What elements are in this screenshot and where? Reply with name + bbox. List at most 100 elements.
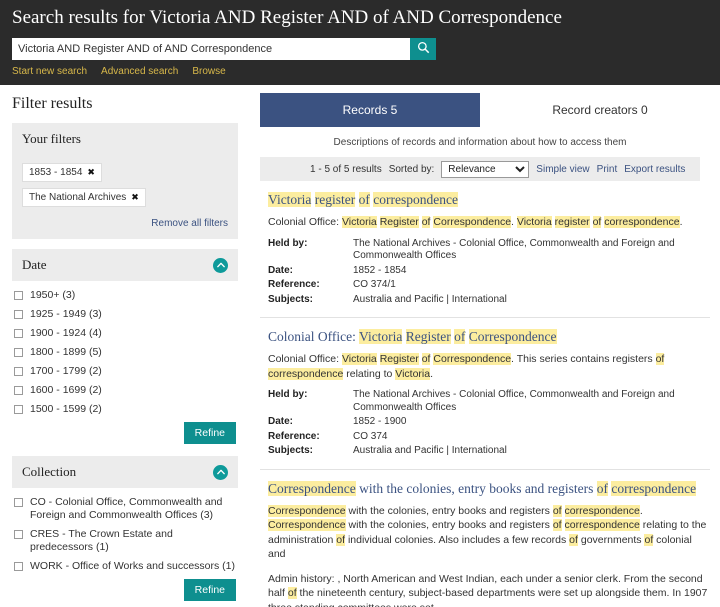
facet-option[interactable]: 1925 - 1949 (3) (14, 308, 236, 321)
result-admin-history: Admin history: , North American and West… (268, 572, 708, 607)
search-term-highlight: register (314, 192, 356, 207)
your-filters-header: Your filters (12, 123, 238, 155)
refine-button-date[interactable]: Refine (183, 422, 236, 444)
metadata-value: 1852 - 1900 (353, 416, 407, 427)
filter-chip-label: 1853 - 1854 (29, 167, 83, 178)
search-term-highlight: correspondence (611, 480, 697, 496)
chevron-up-icon[interactable] (213, 464, 228, 480)
metadata-value: CO 374/1 (353, 279, 396, 290)
search-term-highlight: of (336, 533, 346, 546)
page-title: Search results for Victoria AND Register… (12, 7, 562, 28)
search-button[interactable] (410, 38, 436, 60)
tab-record-creators[interactable]: Record creators 0 (480, 93, 720, 127)
refine-button-collection[interactable]: Refine (183, 579, 236, 601)
checkbox-icon[interactable] (14, 530, 23, 539)
search-term-highlight: correspondence (564, 519, 640, 531)
remove-all-filters-link[interactable]: Remove all filters (151, 218, 228, 229)
result-metadata: Held by: The National Archives - Colonial… (268, 389, 710, 460)
result-title-link[interactable]: Correspondence with the colonies, entry … (268, 480, 710, 497)
result-description: Correspondence with the colonies, entry … (268, 504, 707, 560)
tab-records[interactable]: Records 5 (260, 93, 480, 127)
sort-select[interactable]: Relevance (441, 160, 530, 178)
result-metadata: Held by: The National Archives - Colonial… (268, 238, 710, 309)
search-term-highlight: of (454, 329, 466, 344)
search-bar (12, 38, 436, 60)
simple-view-link[interactable]: Simple view (536, 164, 589, 175)
filter-sidebar: Filter results Your filters 1853 - 1854 … (0, 85, 250, 607)
facet-option[interactable]: 1500 - 1599 (2) (14, 403, 236, 416)
checkbox-icon[interactable] (14, 291, 23, 300)
page-header: Search results for Victoria AND Register… (0, 0, 720, 85)
facet-collection-options: CO - Colonial Office, Commonwealth and F… (12, 488, 238, 603)
checkbox-icon[interactable] (14, 329, 23, 338)
facet-date-title: Date (22, 257, 47, 272)
checkbox-icon[interactable] (14, 498, 23, 507)
metadata-key: Reference: (268, 430, 320, 442)
advanced-search-link[interactable]: Advanced search (101, 66, 178, 77)
search-term-highlight: register (554, 216, 590, 228)
search-term-highlight: of (552, 504, 562, 517)
search-term-highlight: correspondence (564, 504, 640, 517)
facet-date-header[interactable]: Date (12, 249, 238, 281)
search-term-highlight: Correspondence (268, 519, 346, 531)
facet-option[interactable]: WORK - Office of Works and successors (1… (14, 560, 236, 573)
facet-option-label: 1950+ (3) (30, 289, 76, 301)
search-input[interactable] (12, 38, 410, 60)
checkbox-icon[interactable] (14, 367, 23, 376)
close-icon[interactable]: ✖ (131, 192, 139, 203)
metadata-key: Held by: (268, 237, 308, 249)
search-term-highlight: Register (379, 353, 419, 365)
result-description: Colonial Office: Victoria Register of Co… (268, 216, 683, 228)
checkbox-icon[interactable] (14, 405, 23, 414)
facet-date: Date 1950+ (3) 1925 - 1949 (3) 1900 - 19… (12, 249, 238, 446)
search-term-highlight: correspondence (604, 216, 680, 228)
result-title-link[interactable]: Victoria register of correspondence (268, 191, 710, 208)
checkbox-icon[interactable] (14, 310, 23, 319)
result-item: Colonial Office: Victoria Register of Co… (260, 318, 710, 470)
checkbox-icon[interactable] (14, 386, 23, 395)
metadata-row: Reference: CO 374 (268, 431, 710, 446)
facet-date-options: 1950+ (3) 1925 - 1949 (3) 1900 - 1924 (4… (12, 281, 238, 446)
search-term-highlight: Correspondence (268, 504, 346, 517)
metadata-value: Australia and Pacific | International (353, 293, 507, 305)
filter-chip[interactable]: 1853 - 1854 ✖ (22, 163, 102, 182)
results-tabs: Records 5 Record creators 0 (260, 93, 720, 127)
search-term-highlight: of (552, 519, 562, 531)
facet-option[interactable]: CRES - The Crown Estate and predecessors… (14, 528, 236, 554)
facet-option[interactable]: 1600 - 1699 (2) (14, 384, 236, 397)
facet-option[interactable]: 1950+ (3) (14, 289, 236, 302)
print-link[interactable]: Print (597, 164, 618, 175)
chevron-up-icon[interactable] (213, 257, 228, 273)
metadata-row: Reference: CO 374/1 (268, 279, 710, 294)
result-title-link[interactable]: Colonial Office: Victoria Register of Co… (268, 328, 710, 345)
start-new-search-link[interactable]: Start new search (12, 66, 87, 77)
filter-results-heading: Filter results (12, 95, 93, 112)
checkbox-icon[interactable] (14, 562, 23, 571)
results-list: Victoria register of correspondence Colon… (260, 181, 710, 607)
close-icon[interactable]: ✖ (87, 167, 95, 178)
metadata-row: Date: 1852 - 1854 (268, 265, 710, 280)
facet-option[interactable]: 1800 - 1899 (5) (14, 346, 236, 359)
search-term-highlight: of (644, 533, 654, 546)
your-filters-body: 1853 - 1854 ✖ The National Archives ✖ Re… (12, 155, 238, 239)
result-item: Victoria register of correspondence Colon… (260, 181, 710, 318)
filter-chip[interactable]: The National Archives ✖ (22, 188, 146, 207)
search-term-highlight: of (569, 533, 578, 546)
search-term-highlight: Register (405, 329, 451, 344)
facet-option[interactable]: 1900 - 1924 (4) (14, 327, 236, 340)
facet-collection-header[interactable]: Collection (12, 456, 238, 488)
checkbox-icon[interactable] (14, 348, 23, 357)
facet-option[interactable]: 1700 - 1799 (2) (14, 365, 236, 378)
browse-link[interactable]: Browse (192, 66, 225, 77)
search-term-highlight: of (358, 192, 370, 207)
filter-chip-label: The National Archives (29, 192, 127, 203)
facet-option[interactable]: CO - Colonial Office, Commonwealth and F… (14, 496, 236, 522)
facet-option-label: 1925 - 1949 (3) (30, 308, 102, 320)
tabs-subtitle: Descriptions of records and information … (333, 137, 627, 148)
filter-chip-list: 1853 - 1854 ✖ The National Archives ✖ (22, 155, 228, 207)
metadata-row: Held by: The National Archives - Colonial… (268, 389, 710, 416)
export-results-link[interactable]: Export results (624, 164, 685, 175)
search-term-highlight: Correspondence (433, 216, 512, 228)
search-term-highlight: of (592, 216, 602, 228)
your-filters-panel: Your filters 1853 - 1854 ✖ The National … (12, 123, 238, 239)
